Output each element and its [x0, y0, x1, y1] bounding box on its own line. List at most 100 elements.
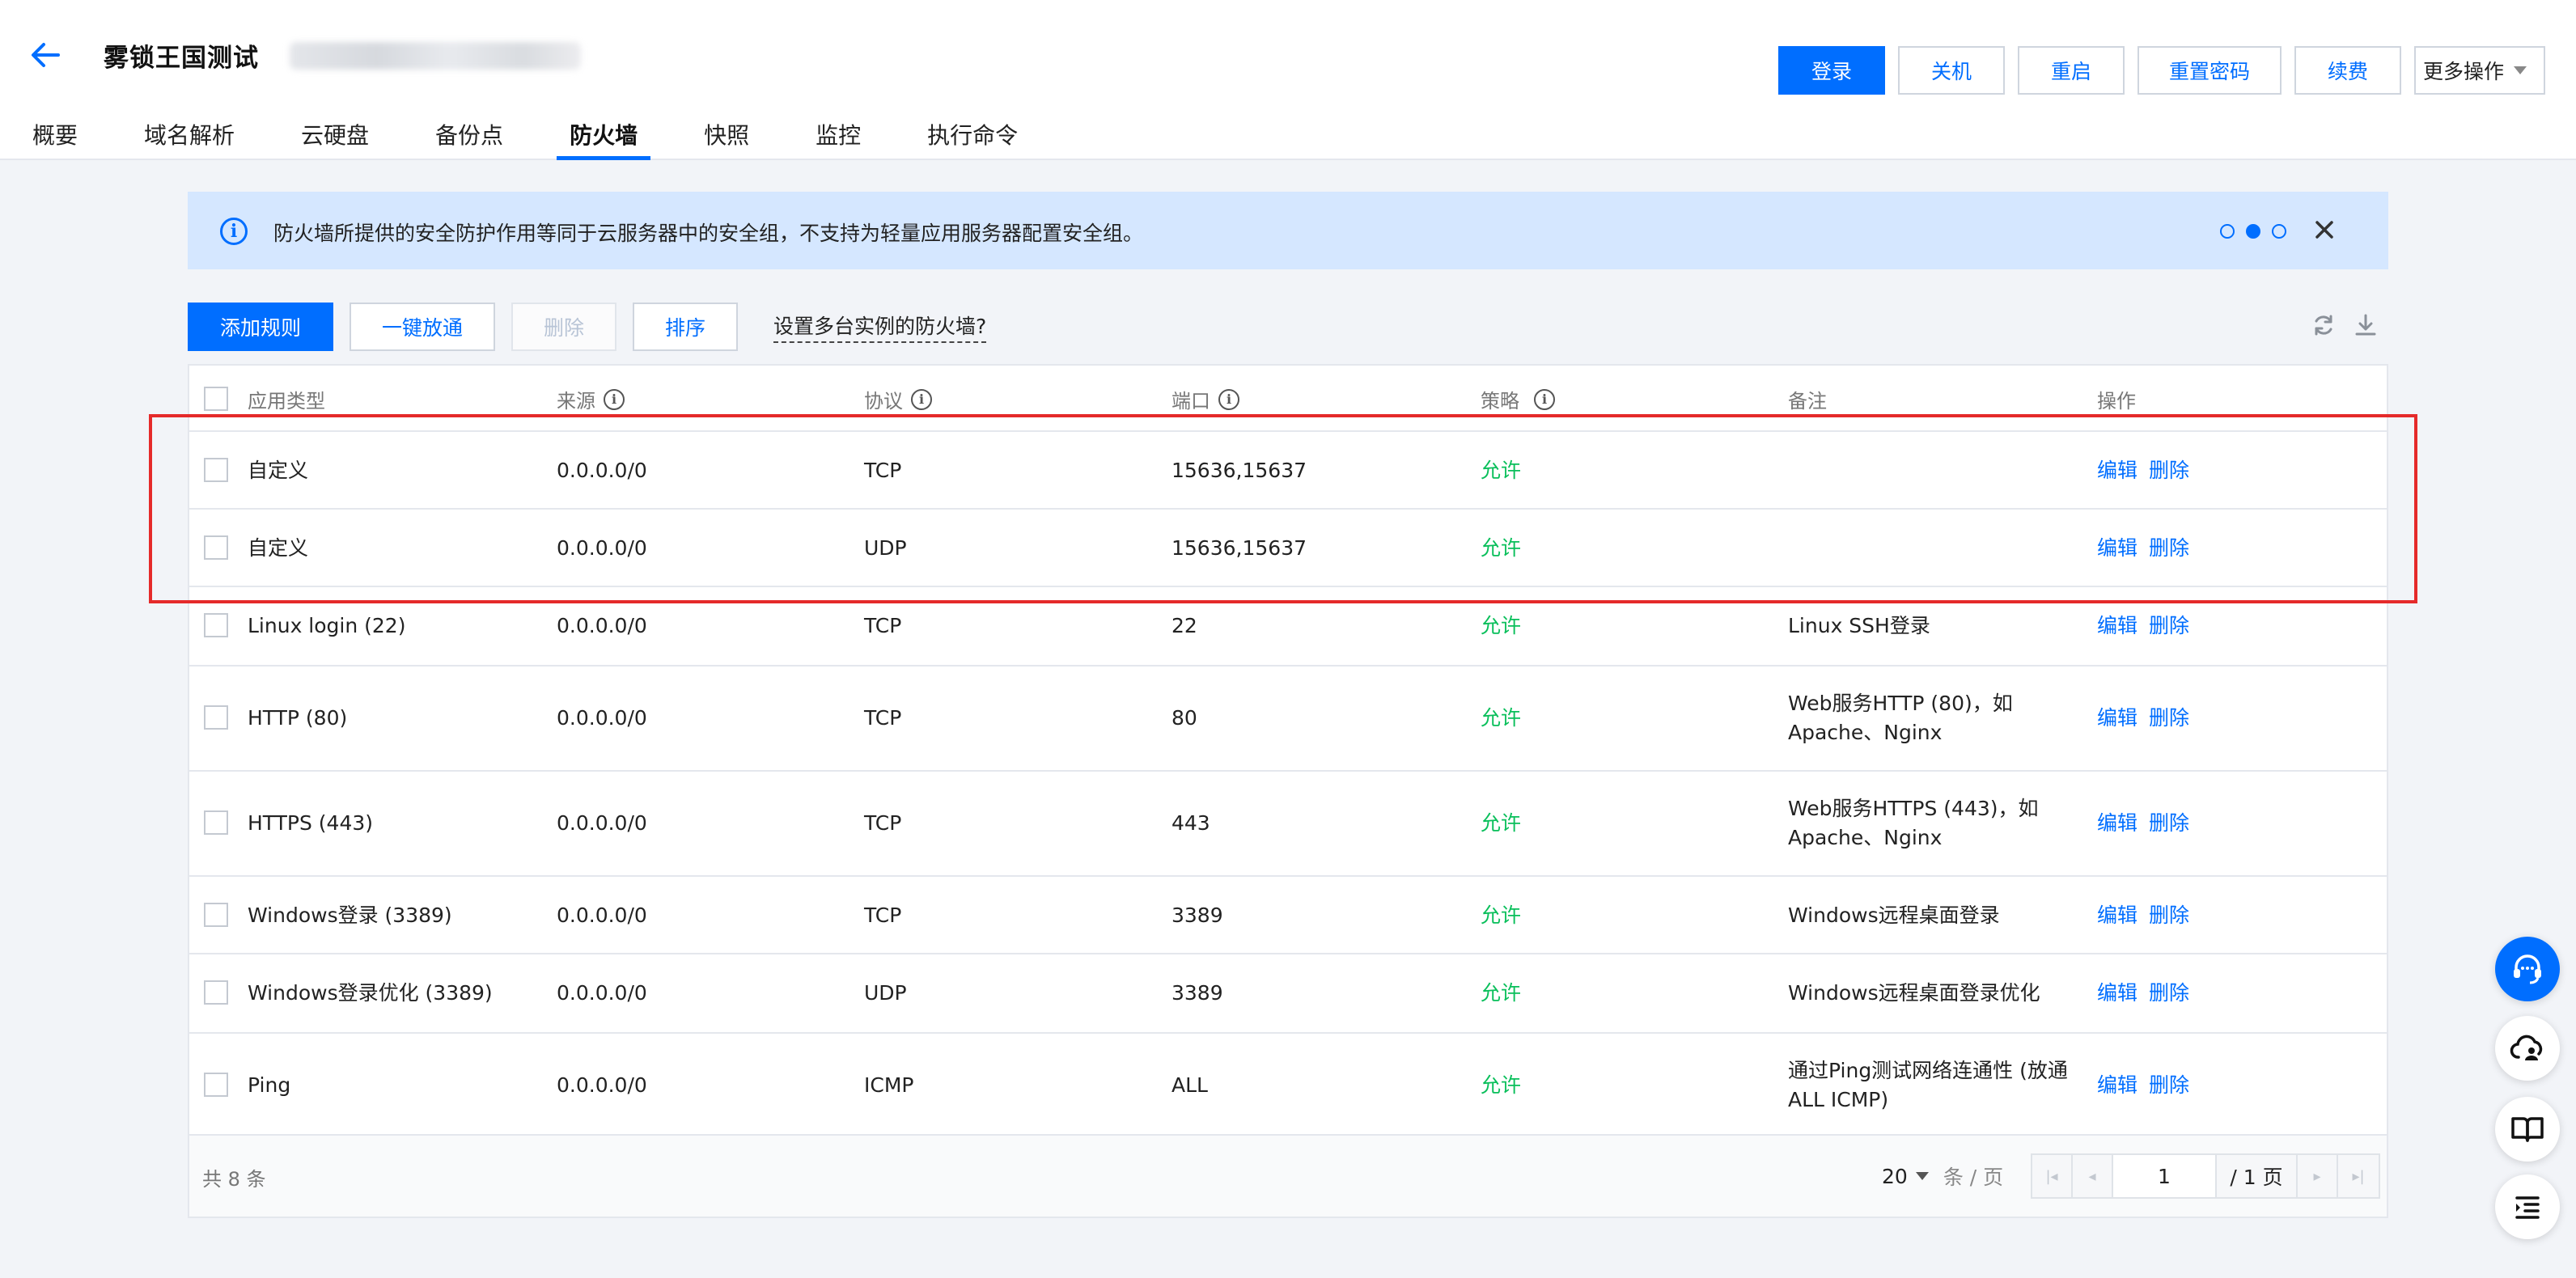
edit-link[interactable]: 编辑 [2097, 979, 2137, 1008]
column-header-source: 来源 i [557, 385, 625, 413]
refresh-icon[interactable] [2311, 312, 2337, 338]
docs-button[interactable] [2495, 1097, 2560, 1162]
table-row: Windows登录 (3389) 0.0.0.0/0 TCP 3389 允许 W… [189, 877, 2387, 954]
tab-backup[interactable]: 备份点 [435, 118, 503, 160]
login-button[interactable]: 登录 [1778, 46, 1885, 95]
delete-link[interactable]: 删除 [2149, 901, 2189, 930]
delete-link[interactable]: 删除 [2149, 534, 2189, 563]
page-size-select[interactable]: 20 条 / 页 [1882, 1162, 2003, 1191]
notice-text: 防火墙所提供的安全防护作用等同于云服务器中的安全组，不支持为轻量应用服务器配置安… [273, 222, 1144, 245]
allow-all-button[interactable]: 一键放通 [350, 303, 495, 351]
restart-button[interactable]: 重启 [2018, 46, 2125, 95]
reset-password-button[interactable]: 重置密码 [2137, 46, 2282, 95]
page-number-input[interactable]: 1 [2113, 1155, 2217, 1197]
cell-port: ALL [1171, 1073, 1208, 1097]
cell-source: 0.0.0.0/0 [557, 536, 647, 560]
cell-note: Web服务HTTPS (443)，如 Apache、Nginx [1788, 797, 2039, 849]
cell-protocol: ICMP [864, 1073, 914, 1097]
cell-source: 0.0.0.0/0 [557, 811, 647, 835]
cell-type: 自定义 [248, 459, 309, 482]
row-checkbox[interactable] [204, 903, 228, 927]
delete-button[interactable]: 删除 [511, 303, 616, 351]
prev-page-icon[interactable]: ◂ [2073, 1155, 2113, 1197]
carousel-dot-1[interactable] [2220, 224, 2235, 239]
row-checkbox[interactable] [204, 535, 228, 560]
menu-button[interactable] [2495, 1174, 2560, 1239]
edit-link[interactable]: 编辑 [2097, 809, 2137, 838]
row-checkbox[interactable] [204, 613, 228, 637]
close-icon[interactable] [2311, 216, 2338, 243]
table-row: Linux login (22) 0.0.0.0/0 TCP 22 允许 Lin… [189, 587, 2387, 667]
edit-link[interactable]: 编辑 [2097, 1071, 2137, 1100]
add-rule-button[interactable]: 添加规则 [188, 303, 333, 351]
cell-source: 0.0.0.0/0 [557, 1073, 647, 1097]
cell-port: 80 [1171, 706, 1197, 730]
delete-link[interactable]: 删除 [2149, 456, 2189, 485]
next-page-icon[interactable]: ▸ [2298, 1155, 2338, 1197]
firewall-rules-table: 应用类型 来源 i 协议 i 端口 i 策略 i 备注 操作 自定义 0.0.0… [188, 364, 2388, 1218]
table-row: Ping 0.0.0.0/0 ICMP ALL 允许 通过Ping测试网络连通性… [189, 1034, 2387, 1137]
renew-button[interactable]: 续费 [2294, 46, 2401, 95]
column-header-port-label: 端口 [1171, 390, 1210, 413]
cell-protocol: TCP [864, 811, 902, 835]
delete-link[interactable]: 删除 [2149, 979, 2189, 1008]
shutdown-button[interactable]: 关机 [1898, 46, 2005, 95]
cell-policy: 允许 [1481, 706, 1522, 730]
sort-button[interactable]: 排序 [633, 303, 738, 351]
tab-monitor[interactable]: 监控 [816, 118, 861, 160]
tab-run-command[interactable]: 执行命令 [927, 118, 1018, 160]
carousel-dot-2[interactable] [2246, 224, 2260, 239]
last-page-icon[interactable]: ▸| [2338, 1155, 2379, 1197]
download-icon[interactable] [2353, 312, 2379, 338]
edit-link[interactable]: 编辑 [2097, 704, 2137, 733]
edit-link[interactable]: 编辑 [2097, 901, 2137, 930]
cell-note: Web服务HTTP (80)，如 Apache、Nginx [1788, 692, 2013, 744]
delete-link[interactable]: 删除 [2149, 1071, 2189, 1100]
cell-note: Windows远程桌面登录优化 [1788, 981, 2040, 1005]
edit-link[interactable]: 编辑 [2097, 611, 2137, 641]
tab-overview[interactable]: 概要 [32, 118, 78, 160]
row-checkbox[interactable] [204, 705, 228, 730]
select-all-checkbox[interactable] [204, 387, 228, 411]
info-tooltip-icon[interactable]: i [1218, 388, 1239, 410]
row-checkbox[interactable] [204, 810, 228, 835]
more-actions-dropdown[interactable]: 更多操作 [2414, 46, 2545, 95]
tab-snapshot[interactable]: 快照 [704, 118, 749, 160]
row-checkbox[interactable] [204, 980, 228, 1005]
table-header: 应用类型 来源 i 协议 i 端口 i 策略 i 备注 操作 [189, 366, 2387, 432]
column-header-port: 端口 i [1171, 385, 1239, 413]
pagination: |◂ ◂ 1 / 1 页 ▸ ▸| [2031, 1153, 2380, 1199]
delete-link[interactable]: 删除 [2149, 704, 2189, 733]
first-page-icon[interactable]: |◂ [2032, 1155, 2073, 1197]
column-header-protocol-label: 协议 [864, 390, 903, 413]
column-header-ops: 操作 [2097, 390, 2136, 413]
back-arrow-icon[interactable] [29, 40, 61, 70]
row-checkbox[interactable] [204, 1073, 228, 1097]
cell-policy: 允许 [1481, 614, 1522, 637]
multi-instance-firewall-link[interactable]: 设置多台实例的防火墙? [773, 311, 987, 343]
cell-policy: 允许 [1481, 459, 1522, 482]
cell-type: Windows登录优化 (3389) [248, 981, 493, 1005]
tab-firewall[interactable]: 防火墙 [557, 118, 651, 160]
delete-link[interactable]: 删除 [2149, 611, 2189, 641]
support-button[interactable] [2495, 937, 2560, 1001]
carousel-dot-3[interactable] [2272, 224, 2286, 239]
cloud-user-button[interactable] [2495, 1016, 2560, 1081]
delete-link[interactable]: 删除 [2149, 809, 2189, 838]
table-footer: 共 8 条 20 条 / 页 |◂ ◂ 1 / 1 页 ▸ ▸| [189, 1134, 2387, 1217]
cell-protocol: UDP [864, 981, 907, 1005]
row-checkbox[interactable] [204, 458, 228, 482]
info-tooltip-icon[interactable]: i [1534, 388, 1555, 410]
tab-dns[interactable]: 域名解析 [144, 118, 235, 160]
tab-cloud-disk[interactable]: 云硬盘 [301, 118, 369, 160]
column-header-type: 应用类型 [248, 390, 325, 413]
cell-protocol: TCP [864, 903, 902, 927]
cell-port: 15636,15637 [1171, 459, 1307, 482]
cell-source: 0.0.0.0/0 [557, 903, 647, 927]
table-row: Windows登录优化 (3389) 0.0.0.0/0 UDP 3389 允许… [189, 954, 2387, 1034]
edit-link[interactable]: 编辑 [2097, 456, 2137, 485]
info-tooltip-icon[interactable]: i [604, 388, 625, 410]
table-row: 自定义 0.0.0.0/0 UDP 15636,15637 允许 编辑 删除 [189, 510, 2387, 587]
info-tooltip-icon[interactable]: i [911, 388, 932, 410]
edit-link[interactable]: 编辑 [2097, 534, 2137, 563]
